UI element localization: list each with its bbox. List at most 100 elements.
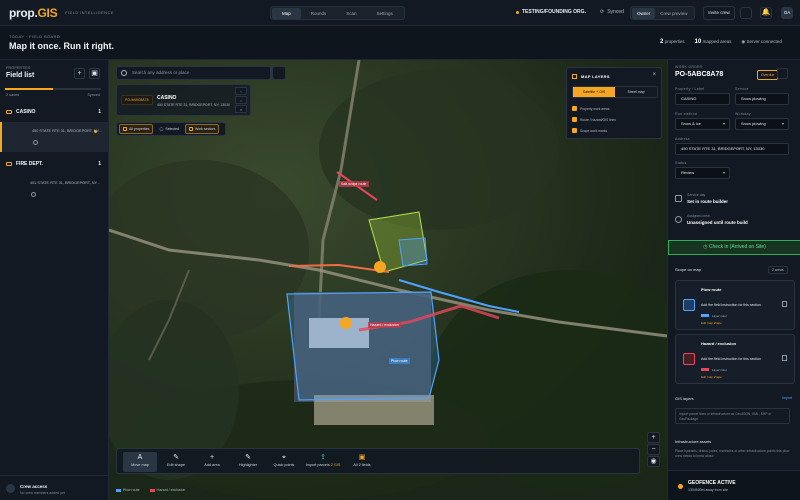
edit-shape-link[interactable]: Edit map shape	[701, 321, 722, 325]
infrastructure-help: Place hydrants, drains, poles, manholes …	[675, 449, 790, 458]
tool-edit-shape[interactable]: ✎ Edit shape	[159, 452, 193, 472]
basemap-satellite[interactable]: Satellite + GIS	[573, 87, 615, 97]
warning-icon	[683, 353, 695, 365]
chevron-down-icon[interactable]: ›	[235, 96, 247, 104]
chevron-up-icon[interactable]: ‹	[235, 87, 247, 95]
hazard-label[interactable]: Hazard / exclusion	[368, 322, 401, 328]
calendar-icon	[675, 195, 682, 202]
crew-icon	[6, 484, 15, 493]
role-crew-preview[interactable]: Crew preview	[655, 8, 692, 19]
trash-icon[interactable]	[782, 301, 787, 307]
highlight-route-label[interactable]: Salt-scope route	[339, 181, 369, 187]
zoom-out-button[interactable]: −	[647, 444, 660, 455]
group-casino[interactable]: CASINO 1	[0, 106, 109, 118]
property-name: CASINO	[157, 95, 177, 101]
basemap-street[interactable]: Street map	[615, 87, 657, 97]
tab-rounds[interactable]: Rounds	[301, 8, 337, 19]
service-field[interactable]: Snow plowing	[735, 93, 789, 105]
avatar[interactable]: OA	[781, 7, 793, 19]
workday-select[interactable]: Snow plowing ▾	[735, 118, 789, 130]
tool-quick-points[interactable]: ⌖ Quick points	[267, 452, 301, 472]
scope-card-hazard[interactable]: Hazard / exclusion Add the field instruc…	[675, 334, 795, 384]
status-icon	[31, 192, 36, 197]
stat-areas: 10 mapped areas	[694, 39, 732, 45]
org-status-dot	[516, 10, 519, 14]
check-in-button[interactable]: ◷ Check in (Arrived on Site)	[668, 240, 800, 255]
locate-icon[interactable]	[272, 66, 286, 80]
gis-dropzone[interactable]: Import parcel lines or infrastructure as…	[675, 408, 790, 424]
tool-all-fields[interactable]: ▣ All 2 fields	[345, 452, 379, 472]
layer-toggle[interactable]: Scope work marks	[572, 128, 607, 133]
tab-settings[interactable]: Settings	[367, 8, 403, 19]
panel-label: WORK ORDER	[675, 65, 703, 69]
zoom-in-button[interactable]: +	[647, 432, 660, 443]
field-label: Service	[735, 87, 749, 91]
grid-icon[interactable]	[740, 7, 752, 19]
tool-import-parcels[interactable]: ⇪ Import parcels 2 GIS	[303, 452, 343, 472]
filter-work-sectors[interactable]: Work sectors	[184, 124, 220, 134]
field-label: Address	[675, 137, 690, 141]
edit-shape-link[interactable]: Edit map shape	[701, 375, 722, 379]
recenter-button[interactable]: ◉	[647, 456, 660, 467]
status-select[interactable]: Review ▾	[675, 167, 730, 179]
close-icon[interactable]: ×	[652, 72, 656, 78]
filter-all-properties[interactable]: All properties	[119, 124, 154, 134]
app-logo[interactable]: prop.GIS	[9, 6, 58, 20]
layer-toggle[interactable]: Route / hazard/GIS lines	[572, 117, 616, 122]
sync-status: ⟳ Synced	[600, 9, 624, 15]
org-selector[interactable]: TESTING/FOUNDING ORG.	[516, 9, 586, 15]
color-swatch[interactable]: Layer color	[701, 368, 727, 372]
tool-add-area[interactable]: + Add area	[195, 452, 229, 472]
breadcrumb: TODAY · FIELD BOARD	[9, 34, 61, 39]
layer-toggle[interactable]: Property work areas	[572, 106, 610, 111]
filter-selected[interactable]: ◯ Selected	[156, 124, 182, 134]
address-field[interactable]: 450 STATE RTE 31, BRIDGEPORT, NY, 13030	[675, 143, 789, 155]
pencil-icon: ✎	[173, 454, 179, 461]
invite-crew-button[interactable]: Invite crew	[703, 6, 735, 20]
run-method-select[interactable]: Snow & ice ▾	[675, 118, 730, 130]
trash-icon[interactable]	[782, 355, 787, 361]
group-fire-dept[interactable]: FIRE DEPT. 1	[0, 158, 109, 170]
list-item[interactable]: 450 STATE RTE 31, BRIDGEPORT, NY...	[0, 122, 109, 152]
field-label: Workday	[735, 112, 751, 116]
scope-card-plow[interactable]: Plow route Add the field instruction for…	[675, 280, 795, 330]
close-icon[interactable]: ×	[235, 105, 247, 113]
chevron-down-icon: ▾	[781, 121, 784, 126]
list-item[interactable]: 451 STATE RTE 31, BRIDGEPORT, NY...	[0, 174, 109, 204]
scope-heading: Scope on map	[675, 267, 701, 272]
service-day: Service day Set in route builder	[687, 193, 729, 204]
field-label: Status	[675, 161, 687, 165]
tool-move-map[interactable]: A Move map	[123, 452, 157, 472]
sidebar-title: Field list	[6, 72, 35, 79]
plow-route-label[interactable]: Plow route	[389, 358, 410, 364]
snowflake-icon	[683, 299, 695, 311]
property-label-field[interactable]: CASINO	[675, 93, 730, 105]
color-swatch[interactable]: Layer color	[701, 314, 727, 318]
chevron-down-icon: ▾	[722, 170, 725, 175]
import-icon[interactable]: ▣	[89, 68, 100, 79]
upload-icon: ⇪	[320, 454, 326, 461]
tab-map[interactable]: Map	[272, 7, 301, 19]
search-input[interactable]: Search any address or place	[116, 66, 271, 80]
field-label: Run method	[675, 112, 698, 116]
role-owner[interactable]: Owner	[632, 7, 656, 19]
page-header: TODAY · FIELD BOARD Map it once. Run it …	[0, 26, 800, 60]
field-label: Property / Label	[675, 87, 705, 91]
sidebar-tabs[interactable]	[5, 88, 101, 90]
geofence-status: GEOFENCE ACTIVE 1304900m away from site	[668, 470, 800, 500]
add-property-button[interactable]: +	[74, 68, 85, 79]
map-canvas[interactable]: Salt-scope route Hazard / exclusion Plow…	[109, 60, 667, 500]
tab-scan[interactable]: Scan	[336, 8, 366, 19]
panel-menu-icon[interactable]	[777, 68, 788, 79]
legend-hazard: Hazard / exclusion	[149, 488, 185, 492]
folder-icon	[6, 162, 12, 166]
work-order-code: PO-5ABC8A78	[675, 71, 724, 78]
property-card[interactable]: PO-5ABC8A78 CASINO 450 STATE RTE 31, BRI…	[116, 84, 251, 116]
infrastructure-heading: Infrastructure assets	[675, 439, 712, 444]
checkbox-icon	[572, 128, 577, 133]
overdue-dot	[94, 130, 97, 133]
crew-access[interactable]: Crew access No crew members added yet	[0, 475, 109, 500]
gis-import-link[interactable]: Import	[782, 396, 792, 400]
tool-highlighter[interactable]: ✎ Highlighter	[231, 452, 265, 472]
bell-icon[interactable]: 🔔	[760, 7, 772, 19]
